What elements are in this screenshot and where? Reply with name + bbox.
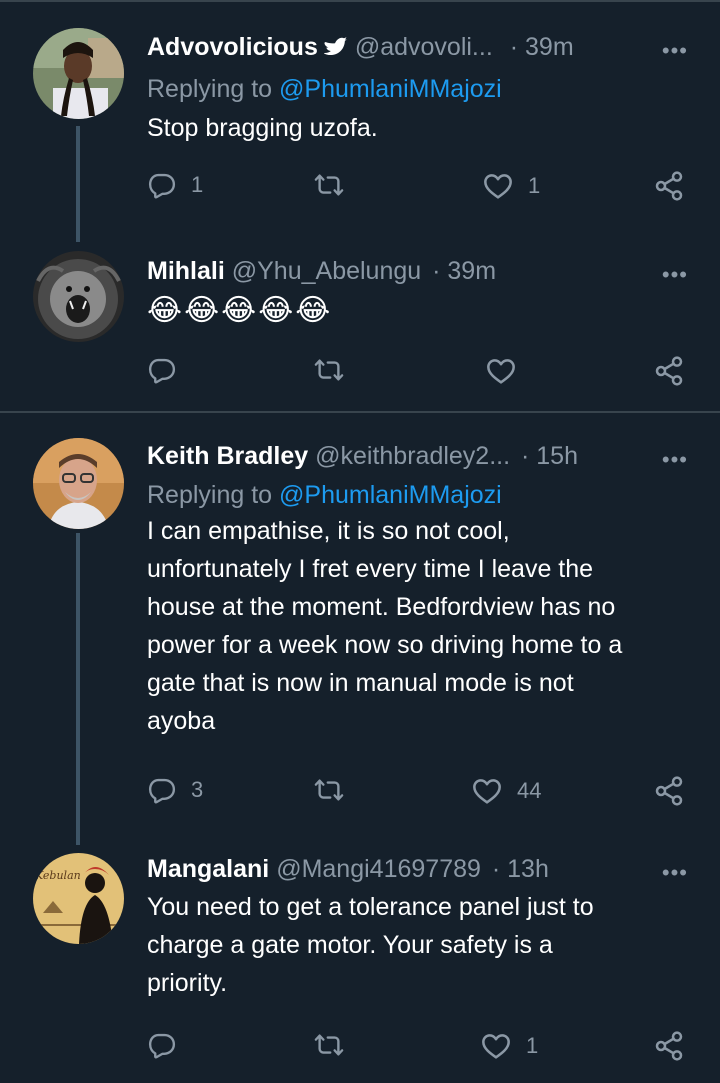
reply-count: 3	[191, 777, 204, 802]
crying-laughing-emoji: 😂	[147, 294, 183, 327]
like-button[interactable]: 1	[482, 170, 540, 202]
mention-link[interactable]: @PhumlaniMMajozi	[279, 75, 502, 103]
like-icon	[482, 170, 514, 202]
tweet-header: Advovolicious @advovoli... · 39m •••	[147, 31, 690, 66]
more-options-icon[interactable]: •••	[662, 444, 688, 476]
tweet-text-line: house at the moment. Bedfordview has no	[147, 593, 616, 621]
retweet-icon	[314, 775, 344, 805]
roaring-lion-avatar[interactable]	[33, 251, 124, 342]
like-count: 44	[517, 778, 542, 803]
like-button[interactable]	[485, 355, 517, 387]
tweet-keith-bradley[interactable]: Keith Bradley @keithbradley2... · 15h ••…	[0, 413, 720, 845]
tweet-header: Mangalani @Mangi41697789 · 13h •••	[147, 853, 690, 885]
user-handle[interactable]: @keithbradley2...	[315, 442, 510, 470]
share-button[interactable]	[653, 170, 685, 202]
reply-count: 1	[191, 172, 204, 197]
svg-text:Kebulan: Kebulan	[34, 869, 81, 882]
tweet-text-line: priority.	[147, 969, 228, 997]
like-icon	[485, 355, 517, 387]
retweet-icon	[314, 170, 344, 200]
user-handle[interactable]: @Yhu_Abelungu	[232, 257, 421, 285]
share-icon	[653, 1030, 685, 1062]
user-handle[interactable]: @advovoli...	[355, 33, 493, 61]
tweet-text-line: unfortunately I fret every time I leave …	[147, 555, 594, 583]
user-handle[interactable]: @Mangi41697789	[276, 855, 481, 883]
tweet-text-line: You need to get a tolerance panel just t…	[147, 893, 594, 921]
reply-icon	[147, 170, 177, 200]
display-name[interactable]: Mangalani	[147, 855, 269, 883]
tweet-text-line: ayoba	[147, 707, 216, 735]
more-options-icon[interactable]: •••	[662, 857, 688, 889]
tweet-actions: 1	[147, 1030, 690, 1070]
timestamp[interactable]: · 13h	[492, 855, 549, 883]
tweet-mangalani[interactable]: Kebulan Mangalani @Mangi41697789 · 13h •…	[0, 843, 720, 1083]
reply-icon	[147, 355, 177, 385]
tweet-actions: 3 44	[147, 775, 690, 815]
share-icon	[653, 355, 685, 387]
tweet-text: Stop bragging uzofa.	[147, 114, 378, 142]
reply-button[interactable]	[147, 1030, 177, 1060]
timestamp[interactable]: · 15h	[521, 442, 578, 470]
tweet-text-line: I can empathise, it is so not cool,	[147, 517, 510, 545]
timestamp[interactable]: · 39m	[432, 257, 496, 285]
replying-to: Replying to @PhumlaniMMajozi	[147, 72, 690, 106]
reply-button[interactable]: 1	[147, 170, 203, 200]
like-count: 1	[526, 1033, 539, 1058]
retweet-button[interactable]	[314, 775, 344, 805]
tweet-header: Mihlali @Yhu_Abelungu · 39m •••	[147, 255, 690, 287]
man-with-glasses-avatar[interactable]	[33, 438, 124, 529]
tweet-text-line: gate that is now in manual mode is not	[147, 669, 574, 697]
display-name[interactable]: Keith Bradley	[147, 442, 308, 470]
more-options-icon[interactable]: •••	[662, 259, 688, 291]
display-name[interactable]: Advovolicious	[147, 33, 318, 61]
tweet-mihlali[interactable]: Mihlali @Yhu_Abelungu · 39m ••• 😂 😂 😂 😂 …	[0, 240, 720, 412]
crying-laughing-emoji: 😂	[184, 294, 220, 327]
tweet-emojis: 😂 😂 😂 😂 😂	[147, 291, 690, 331]
retweet-button[interactable]	[314, 1030, 344, 1060]
woman-with-braids-avatar[interactable]	[33, 28, 124, 119]
like-icon	[471, 775, 503, 807]
reply-icon	[147, 1030, 177, 1060]
retweet-button[interactable]	[314, 170, 344, 200]
share-button[interactable]	[653, 355, 685, 387]
tweet-text-line: power for a week now so driving home to …	[147, 631, 623, 659]
like-count: 1	[528, 173, 541, 198]
display-name[interactable]: Mihlali	[147, 257, 225, 285]
tweet-text: You need to get a tolerance panel just t…	[147, 888, 690, 1002]
crying-laughing-emoji: 😂	[295, 294, 331, 327]
retweet-button[interactable]	[314, 355, 344, 385]
tweet-header: Keith Bradley @keithbradley2... · 15h ••…	[147, 440, 690, 472]
share-button[interactable]	[653, 1030, 685, 1062]
like-button[interactable]: 44	[471, 775, 541, 807]
tweet-advovolicious[interactable]: Advovolicious @advovoli... · 39m ••• Rep…	[0, 0, 720, 242]
thread-line	[76, 533, 80, 845]
more-options-icon[interactable]: •••	[662, 35, 688, 67]
like-icon	[480, 1030, 512, 1062]
timestamp[interactable]: · 39m	[510, 33, 574, 61]
reply-button[interactable]: 3	[147, 775, 203, 805]
reply-button[interactable]	[147, 355, 177, 385]
tweet-text: I can empathise, it is so not cool, unfo…	[147, 512, 690, 740]
share-icon	[653, 775, 685, 807]
retweet-icon	[314, 1030, 344, 1060]
tweet-text-line: charge a gate motor. Your safety is a	[147, 931, 553, 959]
share-button[interactable]	[653, 775, 685, 807]
share-icon	[653, 170, 685, 202]
mention-link[interactable]: @PhumlaniMMajozi	[279, 481, 502, 509]
kebulane-art-avatar[interactable]: Kebulan	[33, 853, 124, 944]
verified-badge-icon	[323, 34, 348, 66]
replying-to-label: Replying to	[147, 75, 273, 103]
replying-to-label: Replying to	[147, 481, 273, 509]
tweet-actions	[147, 355, 690, 395]
replying-to: Replying to @PhumlaniMMajozi	[147, 478, 690, 512]
crying-laughing-emoji: 😂	[258, 294, 294, 327]
retweet-icon	[314, 355, 344, 385]
tweet-actions: 1 1	[147, 170, 690, 210]
thread-line	[76, 126, 80, 242]
reply-icon	[147, 775, 177, 805]
like-button[interactable]: 1	[480, 1030, 538, 1062]
crying-laughing-emoji: 😂	[221, 294, 257, 327]
